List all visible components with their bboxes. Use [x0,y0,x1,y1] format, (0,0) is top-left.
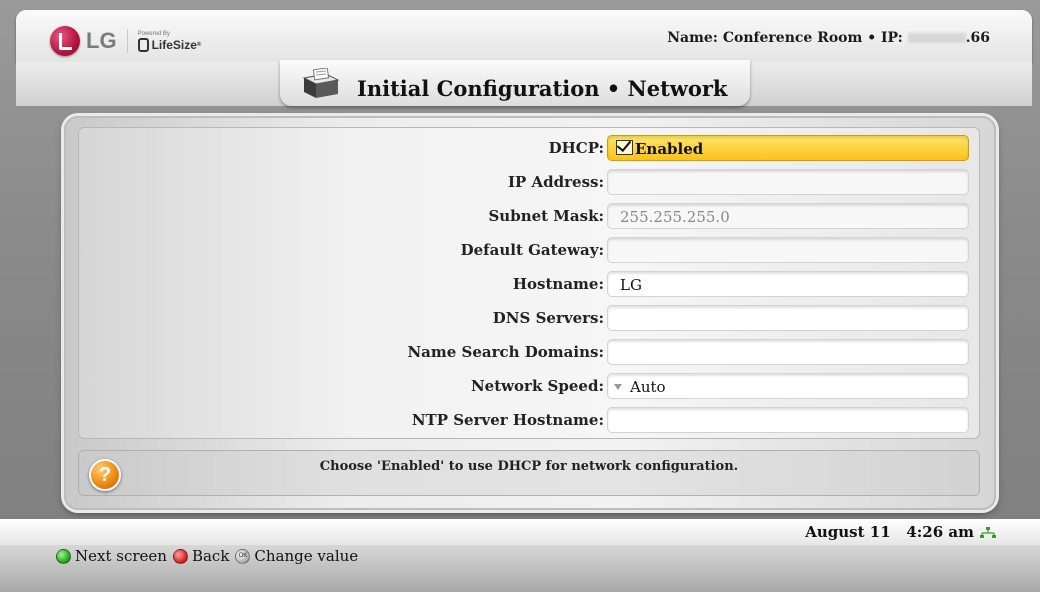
hint-change-value[interactable]: OK Change value [235,547,358,565]
ntp-server-hostname-label: NTP Server Hostname: [411,411,604,429]
ip-address-label: IP Address: [507,173,604,191]
default-gateway-field[interactable] [607,237,969,263]
name-search-domains-field[interactable] [607,339,969,365]
ip-address-field[interactable] [607,169,969,195]
time-label: 4:26 am [906,523,974,541]
network-speed-select[interactable]: Auto [607,373,969,399]
dhcp-label: DHCP: [548,139,604,157]
row-subnet-mask: Subnet Mask: 255.255.255.0 [79,202,979,230]
row-default-gateway: Default Gateway: [79,236,979,264]
hint-change-label: Change value [254,547,359,565]
datetime: August 11 4:26 am [805,523,974,541]
lg-logo-icon [50,26,80,56]
red-key-icon [172,548,188,564]
hint-next-screen[interactable]: Next screen [56,547,167,565]
network-form: DHCP: Enabled IP Address: Subnet Mask: 2… [78,127,980,439]
hint-back[interactable]: Back [172,547,230,565]
dns-servers-field[interactable] [607,305,969,331]
row-hostname: Hostname: LG [79,270,979,298]
screen: LG Powered By LifeSize ® Name: Conference… [0,0,1040,592]
ip-redacted [907,33,966,43]
row-ip-address: IP Address: [79,168,979,196]
connection-info: Name: Conference Room • IP: .66 [667,30,990,46]
dhcp-value: Enabled [635,140,704,158]
lifesize-label: LifeSize [151,37,197,52]
row-dhcp: DHCP: Enabled [79,134,979,162]
network-config-icon [302,68,340,98]
status-bar: August 11 4:26 am [0,519,1040,545]
ok-key-icon: OK [235,548,251,564]
hostname-field[interactable]: LG [607,271,969,297]
row-ntp-server-hostname: NTP Server Hostname: [79,406,979,434]
row-network-speed: Network Speed: Auto [79,372,979,400]
ip-suffix: .66 [965,30,990,46]
date-label: August 11 [805,523,891,541]
lg-wordmark: LG [86,28,117,53]
name-search-domains-label: Name Search Domains: [407,343,604,361]
remote-hints: Next screen Back OK Change value [56,547,364,565]
lifesize-icon [137,37,149,52]
help-box: ? Choose 'Enabled' to use DHCP for netwo… [78,450,980,496]
subnet-mask-field[interactable]: 255.255.255.0 [607,203,969,229]
network-speed-label: Network Speed: [470,377,604,395]
checkmark-icon [616,140,633,155]
row-name-search-domains: Name Search Domains: [79,338,979,366]
lifesize-mark: ® [196,41,202,48]
brand-divider [126,29,128,53]
hostname-label: Hostname: [512,275,604,293]
powered-by-lifesize: Powered By LifeSize ® [137,30,202,52]
page-title: Initial Configuration • Network [357,76,728,101]
default-gateway-label: Default Gateway: [460,241,604,259]
network-status-icon [980,527,996,538]
hint-back-label: Back [191,547,230,565]
powered-by-label: Powered By [137,30,170,37]
row-dns-servers: DNS Servers: [79,304,979,332]
hint-next-label: Next screen [75,547,167,565]
ntp-server-hostname-field[interactable] [607,407,969,433]
dns-servers-label: DNS Servers: [492,309,604,327]
brand-logo: LG Powered By LifeSize ® [50,26,201,56]
chevron-down-icon [614,384,622,390]
lifesize-wordmark: LifeSize ® [137,37,202,52]
subnet-mask-label: Subnet Mask: [488,207,604,225]
green-key-icon [56,548,71,564]
network-speed-value: Auto [630,378,666,396]
connection-label: Name: Conference Room • IP: [667,30,903,46]
help-text: Choose 'Enabled' to use DHCP for network… [319,459,739,474]
remote-hints-bar: Next screen Back OK Change value [0,545,1040,592]
dhcp-checkbox[interactable]: Enabled [607,135,969,161]
